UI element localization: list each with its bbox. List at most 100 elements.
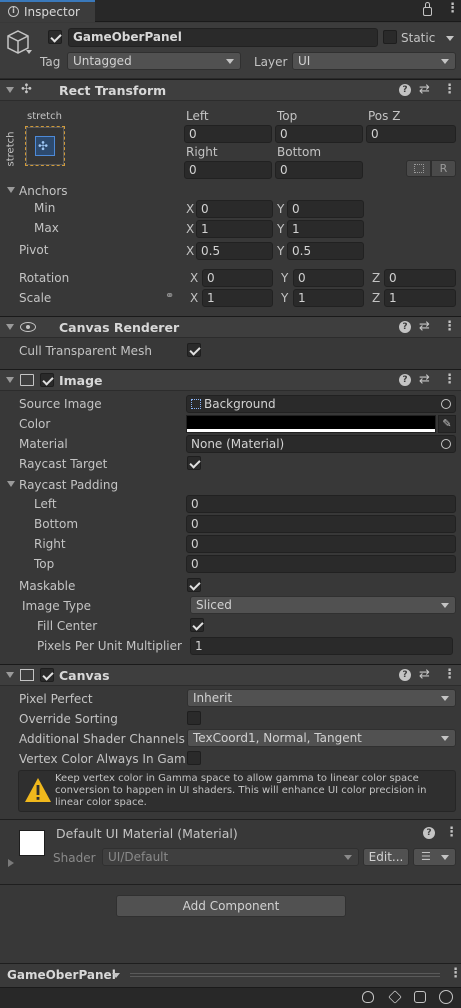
bottom-field[interactable]: 0 [275,161,363,179]
scale-z-field[interactable]: 1 [384,289,456,307]
material-field[interactable]: None (Material) [186,435,456,453]
preset-icon[interactable]: ⇄ [419,320,430,334]
canvas-renderer-header[interactable]: Canvas Renderer ? ⇄ ⋮ [0,316,461,338]
object-picker-icon[interactable] [441,439,451,449]
material-fold-arrow[interactable] [8,859,14,867]
raw-edit-button[interactable]: R [431,160,456,177]
object-name-field[interactable]: GameOberPanel [68,28,378,47]
cull-checkbox[interactable] [187,343,201,357]
shader-channels-dropdown[interactable]: TexCoord1, Normal, Tangent [187,729,456,747]
shader-options-button[interactable]: ☰ [413,848,456,866]
canvas-enabled-checkbox[interactable] [40,668,54,682]
image-title: Image [59,373,103,388]
check-circle-icon[interactable] [439,990,453,1004]
icon-dropdown-arrow[interactable] [26,50,32,54]
scale-x-axis: X [190,291,199,305]
anchors-fold-arrow[interactable] [7,187,15,193]
padding-right-field[interactable]: 0 [186,535,456,553]
padding-top-label: Top [34,557,55,571]
padding-bottom-field[interactable]: 0 [186,515,456,533]
fill-center-checkbox[interactable] [190,618,204,632]
active-checkbox[interactable] [48,30,62,44]
alpha-bar [187,429,435,432]
max-y-field[interactable]: 1 [287,220,364,238]
fold-arrow[interactable] [6,377,14,383]
pivot-y-field[interactable]: 0.5 [287,242,364,260]
more-menu-icon[interactable]: ⋮ [446,2,459,16]
ppu-field[interactable]: 1 [190,637,453,655]
image-enabled-checkbox[interactable] [40,373,54,387]
tab-inspector[interactable]: i Inspector [0,0,95,22]
image-header[interactable]: Image ? ⇄ ⋮ [0,369,461,391]
footer-object-dropdown[interactable]: GameOberPanel [4,966,122,984]
right-field[interactable]: 0 [184,161,272,179]
rotation-x-field[interactable]: 0 [202,269,273,287]
object-picker-icon[interactable] [441,399,451,409]
component-menu-icon[interactable]: ⋮ [443,668,456,682]
vertex-color-checkbox[interactable] [187,751,201,765]
component-menu-icon[interactable]: ⋮ [443,83,456,97]
help-icon[interactable]: ? [399,374,411,386]
image-type-value: Sliced [196,598,232,612]
edit-button[interactable]: Edit... [363,848,409,866]
top-field[interactable]: 0 [275,125,363,143]
image-type-dropdown[interactable]: Sliced [190,596,456,614]
rect-transform-header[interactable]: ✣ Rect Transform ? ⇄ ⋮ [0,79,461,101]
min-y-field[interactable]: 0 [287,200,364,218]
rotation-z-field[interactable]: 0 [384,269,456,287]
help-icon[interactable]: ? [399,84,411,96]
min-x-field[interactable]: 0 [196,200,273,218]
preset-icon[interactable]: ⇄ [419,373,430,387]
fold-arrow[interactable] [6,87,14,93]
max-y-axis: Y [277,222,285,236]
footer-resize-handle[interactable] [130,973,440,977]
help-icon[interactable]: ? [399,669,411,681]
component-menu-icon[interactable]: ⋮ [443,320,456,334]
maskable-checkbox[interactable] [187,578,201,592]
footer-menu-icon[interactable]: ⋮ [449,966,461,982]
static-dropdown-arrow[interactable] [446,36,454,41]
scale-x-field[interactable]: 1 [202,289,273,307]
pivot-x-field[interactable]: 0.5 [196,242,273,260]
material-preview[interactable] [19,830,45,856]
layer-dropdown[interactable]: UI [292,52,456,70]
preset-icon[interactable]: ⇄ [419,668,430,682]
add-component-button[interactable]: Add Component [116,895,346,917]
fold-arrow[interactable] [6,672,14,678]
eyedropper-icon[interactable]: ✎ [438,415,456,433]
padding-fold-arrow[interactable] [7,481,15,487]
override-sorting-label: Override Sorting [19,712,118,726]
bug-icon[interactable] [362,991,374,1003]
rotation-y-axis: Y [281,271,289,285]
min-label: Min [34,201,56,215]
footer-object-name: GameOberPanel [7,968,116,982]
blueprint-mode-button[interactable] [406,160,431,177]
lock-icon[interactable] [423,7,432,16]
left-field[interactable]: 0 [184,125,272,143]
canvas-header[interactable]: Canvas ? ⇄ ⋮ [0,664,461,686]
source-image-field[interactable]: Background [186,395,456,413]
padding-top-field[interactable]: 0 [186,555,456,573]
tag-dropdown[interactable]: Untagged [67,52,241,70]
shader-value: UI/Default [108,850,169,864]
posz-field[interactable]: 0 [366,125,456,143]
color-field[interactable] [186,415,436,433]
static-checkbox[interactable] [383,30,397,44]
scale-y-field[interactable]: 1 [293,289,364,307]
constrain-proportions-icon[interactable]: ⚭ [165,290,178,301]
fold-arrow[interactable] [6,324,14,330]
component-menu-icon[interactable]: ⋮ [445,826,458,840]
component-menu-icon[interactable]: ⋮ [443,373,456,387]
preset-icon[interactable]: ⇄ [419,83,430,97]
shader-dropdown[interactable]: UI/Default [102,848,359,866]
help-icon[interactable]: ? [399,321,411,333]
pixel-perfect-dropdown[interactable]: Inherit [187,689,456,707]
max-x-field[interactable]: 1 [196,220,273,238]
padding-left-field[interactable]: 0 [186,495,456,513]
raycast-target-checkbox[interactable] [187,456,201,470]
help-icon[interactable]: ? [423,827,435,839]
debug-off-icon[interactable] [414,991,426,1003]
rotation-y-field[interactable]: 0 [293,269,364,287]
anchor-preset-button[interactable]: ✣ [25,126,65,166]
override-sorting-checkbox[interactable] [187,711,201,725]
